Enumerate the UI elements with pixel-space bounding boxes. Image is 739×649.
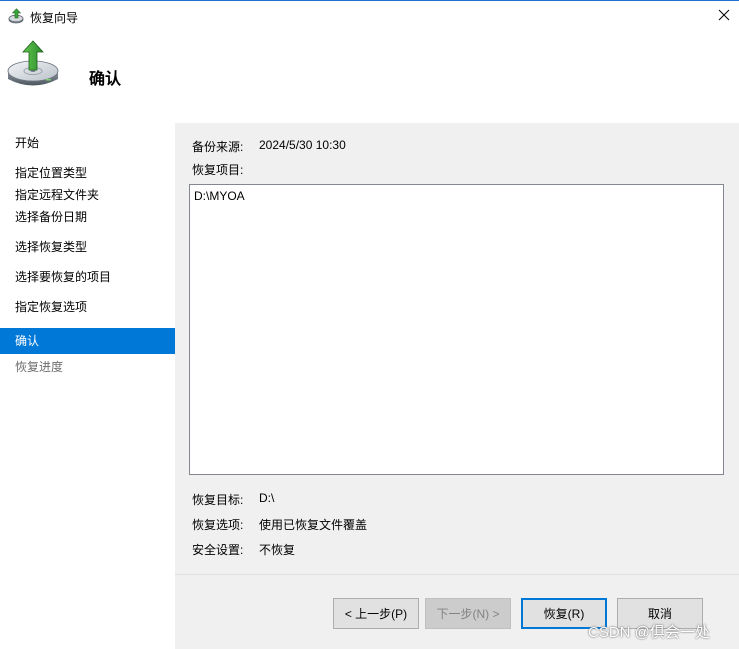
- recovery-target-value: D:\: [259, 491, 275, 505]
- button-area-divider: [175, 574, 739, 575]
- list-item[interactable]: D:\MYOA: [194, 189, 245, 203]
- wizard-content: 备份来源: 2024/5/30 10:30 恢复项目: D:\MYOA 恢复目标…: [175, 123, 739, 649]
- back-button[interactable]: < 上一步(P): [333, 598, 419, 629]
- recovery-options-label: 恢复选项:: [192, 518, 244, 532]
- wizard-steps-sidebar: 开始 指定位置类型 指定远程文件夹 选择备份日期 选择恢复类型 选择要恢复的项目…: [0, 123, 175, 649]
- backup-source-label: 备份来源:: [192, 140, 244, 154]
- page-title: 确认: [89, 71, 122, 88]
- step-recovery-progress: 恢复进度: [15, 360, 64, 374]
- window-title: 恢复向导: [30, 11, 79, 25]
- recovery-wizard-icon: [8, 8, 24, 24]
- backup-source-value: 2024/5/30 10:30: [259, 138, 346, 152]
- security-settings-value: 不恢复: [259, 543, 296, 557]
- step-backup-date: 选择备份日期: [15, 210, 88, 224]
- security-settings-label: 安全设置:: [192, 543, 244, 557]
- step-recovery-options: 指定恢复选项: [15, 300, 88, 314]
- wizard-header: 确认: [0, 31, 739, 123]
- recovery-target-label: 恢复目标:: [192, 493, 244, 507]
- disk-restore-icon: [6, 38, 60, 92]
- recovery-options-value: 使用已恢复文件覆盖: [259, 518, 368, 532]
- next-button[interactable]: 下一步(N) >: [425, 598, 511, 629]
- step-confirmation: 确认: [0, 328, 175, 354]
- title-bar: 恢复向导: [0, 1, 739, 31]
- recovery-items-list[interactable]: D:\MYOA: [189, 184, 724, 475]
- close-icon: [718, 9, 730, 21]
- recovery-items-label: 恢复项目:: [192, 163, 244, 177]
- watermark: CSDN @俱会一处: [588, 624, 710, 641]
- step-start: 开始: [15, 136, 40, 150]
- close-button[interactable]: [709, 1, 739, 31]
- step-recovery-type: 选择恢复类型: [15, 240, 88, 254]
- step-items-to-recover: 选择要恢复的项目: [15, 270, 112, 284]
